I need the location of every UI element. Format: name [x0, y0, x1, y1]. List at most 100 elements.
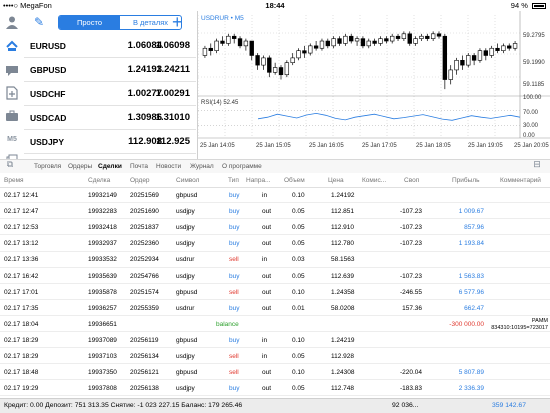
- chart-bg: [198, 11, 550, 159]
- briefcase-icon[interactable]: [3, 107, 21, 125]
- timeframe-m5-icon[interactable]: M5: [3, 130, 21, 148]
- tab-6[interactable]: О программе: [222, 160, 262, 173]
- column-header[interactable]: Своп: [404, 174, 419, 188]
- deal-row[interactable]: 02.17 13:12 19932937 20252360 usdjpy buy out 0…: [0, 236, 550, 252]
- column-header[interactable]: Комис...: [362, 174, 386, 188]
- battery-icon: [532, 3, 546, 9]
- deal-deal: 19937089: [88, 336, 117, 344]
- rsi-tick: 100.00: [523, 95, 542, 101]
- deal-symbol: usdjpy: [176, 385, 195, 393]
- battery-percent: 94 %: [510, 1, 528, 10]
- deal-order: 20252360: [130, 240, 159, 248]
- candle: [267, 57, 272, 73]
- column-header[interactable]: Напра...: [246, 174, 270, 188]
- deal-row[interactable]: 02.17 18:29 19937103 20256134 usdjpy sell in 0…: [0, 349, 550, 365]
- quote-row[interactable]: USDCAD 1.30986 1.31010: [24, 106, 196, 130]
- expand-icon[interactable]: ⧉: [4, 157, 16, 171]
- candle: [226, 35, 231, 44]
- deal-deal: 19932418: [88, 224, 117, 232]
- deal-deal: 19932149: [88, 192, 117, 199]
- deal-order: 20252934: [130, 256, 159, 264]
- deal-row[interactable]: 02.17 18:29 19937089 20256119 gbpusd buy in 0.…: [0, 333, 550, 349]
- candle: [436, 33, 442, 37]
- tab-4[interactable]: Новости: [156, 160, 181, 173]
- deal-type: sell: [229, 256, 239, 264]
- deal-time: 02.17 16:42: [4, 272, 39, 280]
- deal-row[interactable]: 02.17 13:36 19933532 20252934 usdrur sell in 0…: [0, 252, 550, 268]
- candle: [243, 40, 249, 47]
- column-header[interactable]: Сделка: [88, 174, 110, 188]
- edit-pencil-icon[interactable]: ✎: [34, 15, 44, 29]
- quote-row[interactable]: USDCHF 1.00277 1.00291: [24, 82, 196, 106]
- chart-panel[interactable]: 59.2795 59.1990 59.1185 USDRUR • M5 RSI(14) …: [197, 11, 550, 159]
- quote-row[interactable]: USDJPY 112.908 112.925: [24, 130, 196, 154]
- tab-2[interactable]: Сделки: [98, 160, 122, 173]
- add-symbol-plus-icon[interactable]: +: [172, 12, 183, 32]
- timeframe-label: M5: [7, 135, 17, 143]
- deal-price: 112.928: [331, 353, 355, 360]
- candle: [343, 35, 348, 44]
- column-header[interactable]: Символ: [176, 174, 199, 188]
- candle: [349, 35, 354, 42]
- view-mode-segment: Просто В деталях: [58, 15, 182, 30]
- column-header[interactable]: Комментарий: [500, 174, 541, 188]
- deal-deal: 19937350: [88, 369, 117, 377]
- column-header[interactable]: Прибыль: [452, 174, 480, 188]
- segment-simple[interactable]: Просто: [59, 16, 120, 29]
- deal-row[interactable]: 02.17 16:42 19935639 20254766 usdjpy buy out 0…: [0, 269, 550, 284]
- trade-icon[interactable]: [3, 36, 21, 54]
- deal-swap: -107.23: [399, 240, 422, 248]
- deal-price: 112.851: [331, 208, 355, 216]
- quotes-header: ✎ Просто В деталях +: [24, 11, 196, 33]
- deal-order: 20254766: [130, 272, 159, 280]
- candle: [278, 67, 284, 76]
- deal-type: buy: [229, 385, 240, 393]
- deal-profit: 2 336.39: [458, 385, 484, 393]
- tab-0[interactable]: Торговля: [34, 160, 61, 173]
- column-header[interactable]: Ордер: [130, 174, 150, 188]
- deal-symbol: usdrur: [176, 304, 195, 312]
- tab-3[interactable]: Почта: [130, 160, 148, 173]
- deal-row[interactable]: 02.17 18:04 19936651 balance -300 000.00 PAM…: [0, 317, 550, 333]
- candle: [331, 38, 336, 47]
- deal-deal: 19936257: [88, 304, 117, 312]
- deal-volume: 0.03: [292, 256, 305, 264]
- deal-order: 20251569: [130, 192, 159, 199]
- layout-icon[interactable]: ⊟: [530, 157, 544, 171]
- tab-1[interactable]: Ордеры: [68, 160, 92, 173]
- quote-row[interactable]: GBPUSD 1.24193 1.24211: [24, 58, 196, 82]
- deal-time: 02.17 13:12: [4, 240, 39, 248]
- document-icon[interactable]: [3, 84, 21, 102]
- deal-symbol: gbpusd: [176, 369, 198, 377]
- deal-row[interactable]: 02.17 12:53 19932418 20251837 usdjpy buy out 0…: [0, 220, 550, 236]
- candle: [220, 40, 225, 44]
- column-header[interactable]: Тип: [228, 174, 239, 188]
- chat-icon[interactable]: [3, 61, 21, 79]
- quote-row[interactable]: EURUSD 1.06084 1.06098: [24, 34, 196, 58]
- deal-row[interactable]: 02.17 17:35 19936257 20255359 usdrur buy out 0…: [0, 301, 550, 316]
- deal-profit: -300 000.00: [449, 320, 484, 328]
- deal-volume: 0.05: [292, 208, 305, 216]
- deal-row[interactable]: 02.17 17:01 19935878 20251574 gbpusd sell out…: [0, 285, 550, 300]
- column-header[interactable]: Время: [4, 174, 24, 188]
- deal-row[interactable]: 02.17 19:29 19937808 20256138 usdjpy buy out 0…: [0, 381, 550, 397]
- profit-total: 359 142.67: [491, 402, 526, 409]
- deal-swap: -220.04: [399, 369, 422, 377]
- left-toolbar: M5: [0, 11, 24, 164]
- deal-deal: 19937103: [88, 353, 117, 360]
- deal-row[interactable]: 02.17 12:41 19932149 20251569 gbpusd buy in 0.…: [0, 188, 550, 204]
- deal-row[interactable]: 02.17 12:47 19932283 20251690 usdjpy buy out 0…: [0, 204, 550, 220]
- deal-profit: 1 009.67: [458, 208, 484, 216]
- candle: [419, 35, 424, 39]
- chart-title: USDRUR • M5: [201, 15, 244, 22]
- candle: [384, 38, 389, 42]
- tab-5[interactable]: Журнал: [190, 160, 214, 173]
- column-header[interactable]: Цена: [328, 174, 344, 188]
- column-header[interactable]: Объем: [284, 174, 305, 188]
- quote-symbol: USDJPY: [30, 137, 65, 147]
- deal-swap: -107.23: [399, 208, 422, 216]
- price-chart[interactable]: 59.2795 59.1990 59.1185 USDRUR • M5 RSI(14) …: [198, 11, 550, 159]
- deal-row[interactable]: 02.17 18:48 19937350 20256121 gbpusd sell out…: [0, 365, 550, 381]
- user-icon[interactable]: [3, 13, 21, 31]
- candle: [483, 50, 488, 56]
